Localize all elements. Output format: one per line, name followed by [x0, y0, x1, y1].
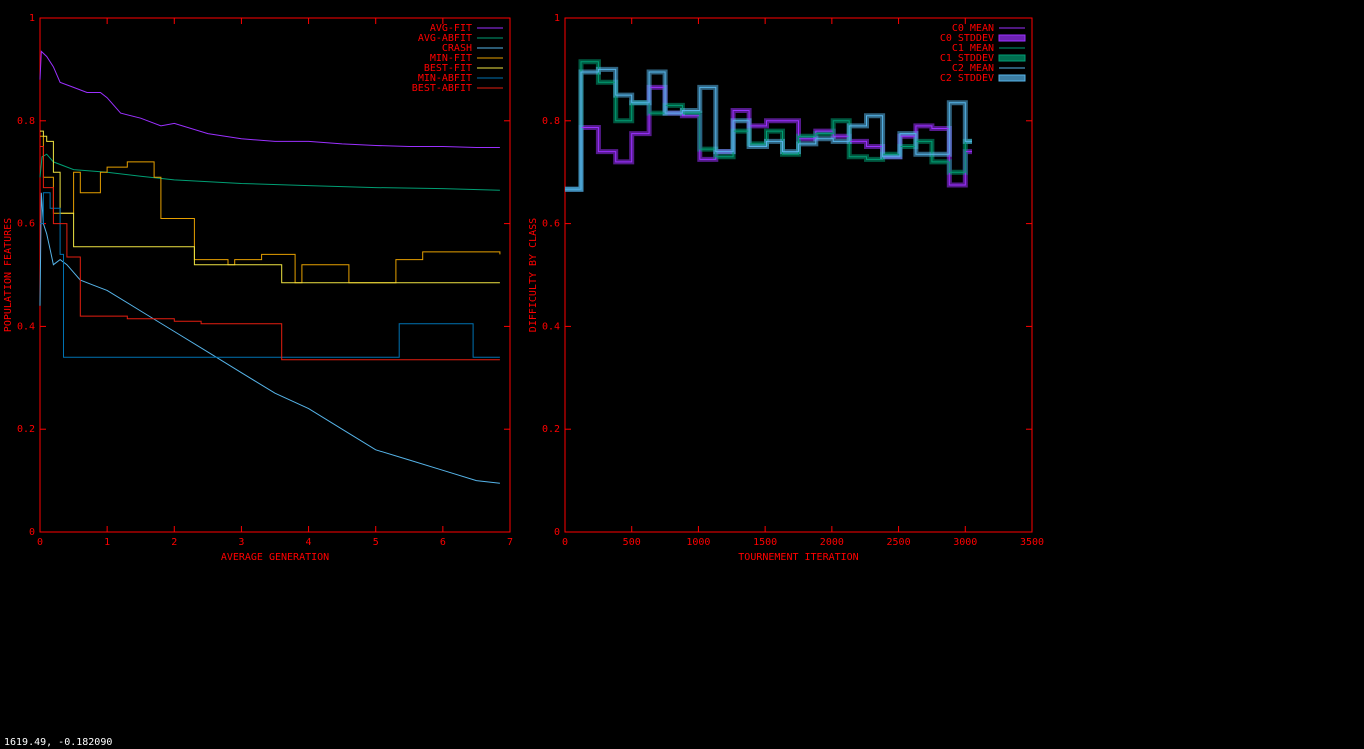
series-line-best-abfit [40, 146, 500, 361]
x-tick-label: 0 [562, 537, 568, 548]
series-line-min-fit [40, 135, 501, 284]
plot-canvas: 0 1 2 3 4 5 6 7 0 0.2 0.4 0.6 0.8 1 AVERAGE GENERATION… [3, 13, 1044, 563]
y-tick-label: 1 [29, 13, 35, 24]
x-tick-label: 4 [306, 537, 312, 548]
plot-frame [564, 17, 1033, 533]
x-axis-label: TOURNEMENT ITERATION [738, 552, 858, 563]
x-tick-label: 500 [623, 537, 641, 548]
cursor-coordinate-readout: 1619.49, -0.182090 [4, 737, 113, 748]
x-tick-label: 3500 [1020, 537, 1044, 548]
x-tick-label: 2 [171, 537, 177, 548]
series-line-min-abfit [40, 192, 500, 358]
x-tick-label: 1000 [686, 537, 710, 548]
y-tick-label: 0.8 [17, 116, 35, 127]
y-tick-label: 0.4 [542, 321, 560, 332]
y-tick-label: 0.2 [17, 424, 35, 435]
legend-label: BEST-ABFIT [412, 83, 472, 94]
y-axis-label: POPULATION FEATURES [3, 218, 14, 332]
y-tick-label: 0.6 [17, 219, 35, 230]
y-tick-label: 0.8 [542, 116, 560, 127]
x-tick-label: 3 [238, 537, 244, 548]
series-line-avg-abfit [39, 153, 500, 191]
x-tick-label: 1500 [753, 537, 777, 548]
legend-swatch [998, 54, 1026, 62]
y-tick-label: 0.4 [17, 321, 35, 332]
y-tick-label: 0.2 [542, 424, 560, 435]
x-axis-label: AVERAGE GENERATION [221, 552, 329, 563]
y-tick-label: 0.6 [542, 219, 560, 230]
y-tick-label: 1 [554, 13, 560, 24]
x-tick-label: 1 [104, 537, 110, 548]
x-tick-label: 0 [37, 537, 43, 548]
y-tick-label: 0 [29, 527, 35, 538]
x-tick-label: 5 [373, 537, 379, 548]
series-line-crash [39, 192, 500, 484]
x-tick-label: 2000 [820, 537, 844, 548]
x-tick-label: 7 [507, 537, 513, 548]
legend-swatch [998, 74, 1026, 82]
legend-label: C2 STDDEV [940, 73, 994, 84]
series-line-best-fit [40, 130, 500, 284]
x-tick-label: 3000 [953, 537, 977, 548]
legend-swatch [998, 34, 1026, 42]
y-axis-label: DIFFICULTY BY CLASS [528, 218, 539, 332]
x-tick-label: 6 [440, 537, 446, 548]
y-tick-label: 0 [554, 527, 560, 538]
x-tick-label: 2500 [887, 537, 911, 548]
chart-difficulty-by-class: 0 500 1000 1500 2000 2500 3000 3500 0 0.2 0.4 0.6 0.… [528, 13, 1044, 563]
chart-population-features: 0 1 2 3 4 5 6 7 0 0.2 0.4 0.6 0.8 1 AVERAGE GENERATION… [3, 13, 513, 563]
plot-frame [39, 17, 511, 533]
